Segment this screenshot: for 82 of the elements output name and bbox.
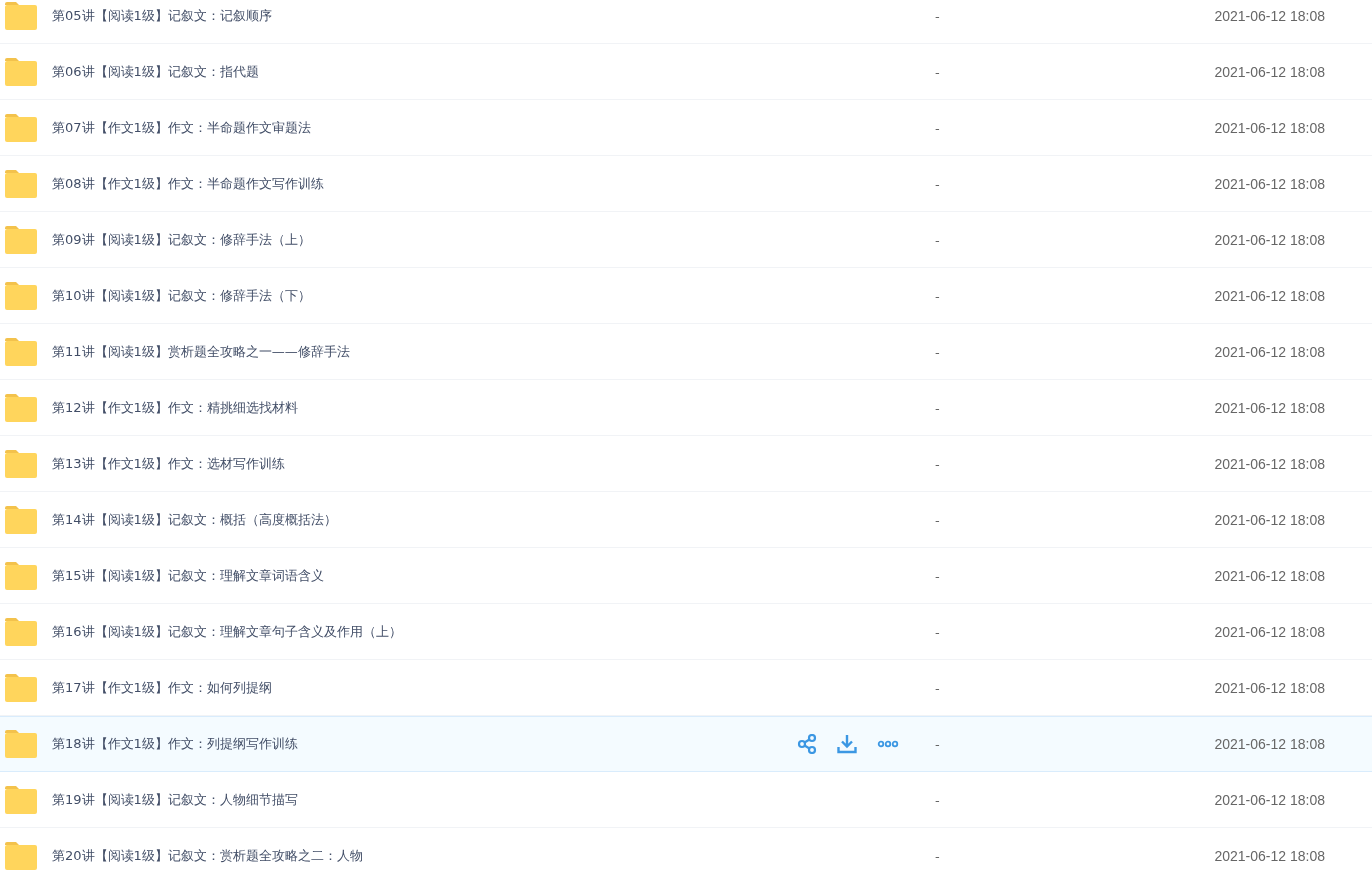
modified-date: 2021-06-12 18:08 [1213,8,1325,24]
file-row[interactable]: 第18讲【作文1级】作文：列提纲写作训练 - 2021-06-12 18:08 [0,716,1372,772]
file-row[interactable]: 第15讲【阅读1级】记叙文：理解文章词语含义 - 2021-06-12 18:08 [0,548,1372,604]
folder-icon [5,786,37,814]
file-size: - [935,344,941,360]
modified-date: 2021-06-12 18:08 [1213,512,1325,528]
folder-icon [5,842,37,870]
folder-icon [5,282,37,310]
file-size: - [935,64,941,80]
folder-icon [5,114,37,142]
file-row[interactable]: 第12讲【作文1级】作文：精挑细选找材料 - 2021-06-12 18:08 [0,380,1372,436]
folder-icon [5,338,37,366]
folder-icon [5,562,37,590]
file-row[interactable]: 第05讲【阅读1级】记叙文：记叙顺序 - 2021-06-12 18:08 [0,0,1372,44]
file-row[interactable]: 第14讲【阅读1级】记叙文：概括（高度概括法） - 2021-06-12 18:08 [0,492,1372,548]
file-name[interactable]: 第14讲【阅读1级】记叙文：概括（高度概括法） [52,511,792,529]
file-name[interactable]: 第13讲【作文1级】作文：选材写作训练 [52,455,792,473]
file-size: - [935,568,941,584]
modified-date: 2021-06-12 18:08 [1213,288,1325,304]
file-name[interactable]: 第12讲【作文1级】作文：精挑细选找材料 [52,399,792,417]
file-size: - [935,792,941,808]
folder-icon [5,506,37,534]
file-size: - [935,176,941,192]
file-row[interactable]: 第13讲【作文1级】作文：选材写作训练 - 2021-06-12 18:08 [0,436,1372,492]
folder-icon [5,58,37,86]
folder-icon [5,170,37,198]
modified-date: 2021-06-12 18:08 [1213,176,1325,192]
folder-icon [5,226,37,254]
modified-date: 2021-06-12 18:08 [1213,848,1325,864]
folder-icon [5,674,37,702]
more-icon[interactable] [877,740,899,748]
modified-date: 2021-06-12 18:08 [1213,64,1325,80]
file-size: - [935,456,941,472]
folder-icon [5,450,37,478]
modified-date: 2021-06-12 18:08 [1213,568,1325,584]
file-name[interactable]: 第17讲【作文1级】作文：如何列提纲 [52,679,792,697]
file-name[interactable]: 第07讲【作文1级】作文：半命题作文审题法 [52,119,792,137]
file-size: - [935,288,941,304]
file-row[interactable]: 第06讲【阅读1级】记叙文：指代题 - 2021-06-12 18:08 [0,44,1372,100]
file-row[interactable]: 第09讲【阅读1级】记叙文：修辞手法（上） - 2021-06-12 18:08 [0,212,1372,268]
file-size: - [935,120,941,136]
file-size: - [935,680,941,696]
file-size: - [935,512,941,528]
modified-date: 2021-06-12 18:08 [1213,680,1325,696]
file-name[interactable]: 第19讲【阅读1级】记叙文：人物细节描写 [52,791,792,809]
file-name[interactable]: 第16讲【阅读1级】记叙文：理解文章句子含义及作用（上） [52,623,792,641]
file-row[interactable]: 第16讲【阅读1级】记叙文：理解文章句子含义及作用（上） - 2021-06-12 18:08 [0,604,1372,660]
file-size: - [935,624,941,640]
file-size: - [935,736,941,752]
folder-icon [5,2,37,30]
file-row[interactable]: 第10讲【阅读1级】记叙文：修辞手法（下） - 2021-06-12 18:08 [0,268,1372,324]
file-row[interactable]: 第08讲【作文1级】作文：半命题作文写作训练 - 2021-06-12 18:08 [0,156,1372,212]
modified-date: 2021-06-12 18:08 [1213,736,1325,752]
share-icon[interactable] [797,734,817,754]
file-name[interactable]: 第11讲【阅读1级】赏析题全攻略之一——修辞手法 [52,343,792,361]
modified-date: 2021-06-12 18:08 [1213,456,1325,472]
file-name[interactable]: 第05讲【阅读1级】记叙文：记叙顺序 [52,7,792,25]
file-row[interactable]: 第20讲【阅读1级】记叙文：赏析题全攻略之二：人物 - 2021-06-12 18:08 [0,828,1372,876]
file-name[interactable]: 第09讲【阅读1级】记叙文：修辞手法（上） [52,231,792,249]
file-row[interactable]: 第19讲【阅读1级】记叙文：人物细节描写 - 2021-06-12 18:08 [0,772,1372,828]
modified-date: 2021-06-12 18:08 [1213,120,1325,136]
folder-icon [5,618,37,646]
file-row[interactable]: 第11讲【阅读1级】赏析题全攻略之一——修辞手法 - 2021-06-12 18:08 [0,324,1372,380]
file-name[interactable]: 第06讲【阅读1级】记叙文：指代题 [52,63,792,81]
file-name[interactable]: 第20讲【阅读1级】记叙文：赏析题全攻略之二：人物 [52,847,792,865]
file-row[interactable]: 第07讲【作文1级】作文：半命题作文审题法 - 2021-06-12 18:08 [0,100,1372,156]
modified-date: 2021-06-12 18:08 [1213,624,1325,640]
file-size: - [935,8,941,24]
modified-date: 2021-06-12 18:08 [1213,792,1325,808]
modified-date: 2021-06-12 18:08 [1213,232,1325,248]
download-icon[interactable] [837,734,857,754]
file-name[interactable]: 第18讲【作文1级】作文：列提纲写作训练 [52,735,792,753]
file-size: - [935,400,941,416]
file-size: - [935,232,941,248]
file-name[interactable]: 第15讲【阅读1级】记叙文：理解文章词语含义 [52,567,792,585]
modified-date: 2021-06-12 18:08 [1213,400,1325,416]
modified-date: 2021-06-12 18:08 [1213,344,1325,360]
folder-icon [5,394,37,422]
file-name[interactable]: 第10讲【阅读1级】记叙文：修辞手法（下） [52,287,792,305]
file-name[interactable]: 第08讲【作文1级】作文：半命题作文写作训练 [52,175,792,193]
folder-icon [5,730,37,758]
file-size: - [935,848,941,864]
